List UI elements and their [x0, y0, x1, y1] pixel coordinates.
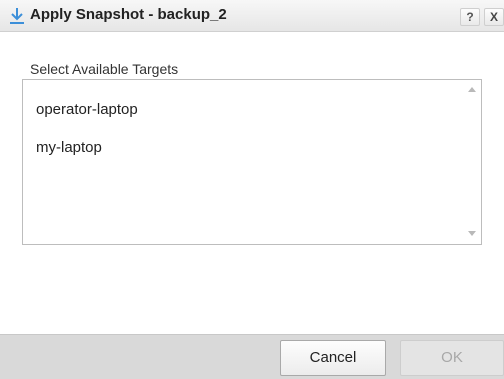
- dialog-title: Apply Snapshot - backup_2: [30, 6, 227, 23]
- target-item-operator-laptop[interactable]: operator-laptop: [36, 101, 138, 118]
- scroll-down-icon[interactable]: [468, 231, 476, 236]
- targets-listbox[interactable]: operator-laptop my-laptop: [22, 79, 482, 245]
- help-button[interactable]: ?: [460, 8, 480, 26]
- title-bar[interactable]: Apply Snapshot - backup_2 ? X: [0, 0, 504, 32]
- dialog-footer: Cancel OK: [0, 334, 504, 379]
- download-icon: [10, 8, 24, 24]
- target-item-my-laptop[interactable]: my-laptop: [36, 139, 102, 156]
- apply-snapshot-dialog: Apply Snapshot - backup_2 ? X Select Ava…: [0, 0, 504, 379]
- close-button[interactable]: X: [484, 8, 504, 26]
- ok-button[interactable]: OK: [400, 340, 504, 376]
- cancel-button[interactable]: Cancel: [280, 340, 386, 376]
- targets-label: Select Available Targets: [30, 61, 179, 77]
- listbox-scrollbar[interactable]: [463, 80, 481, 244]
- scroll-up-icon[interactable]: [468, 87, 476, 92]
